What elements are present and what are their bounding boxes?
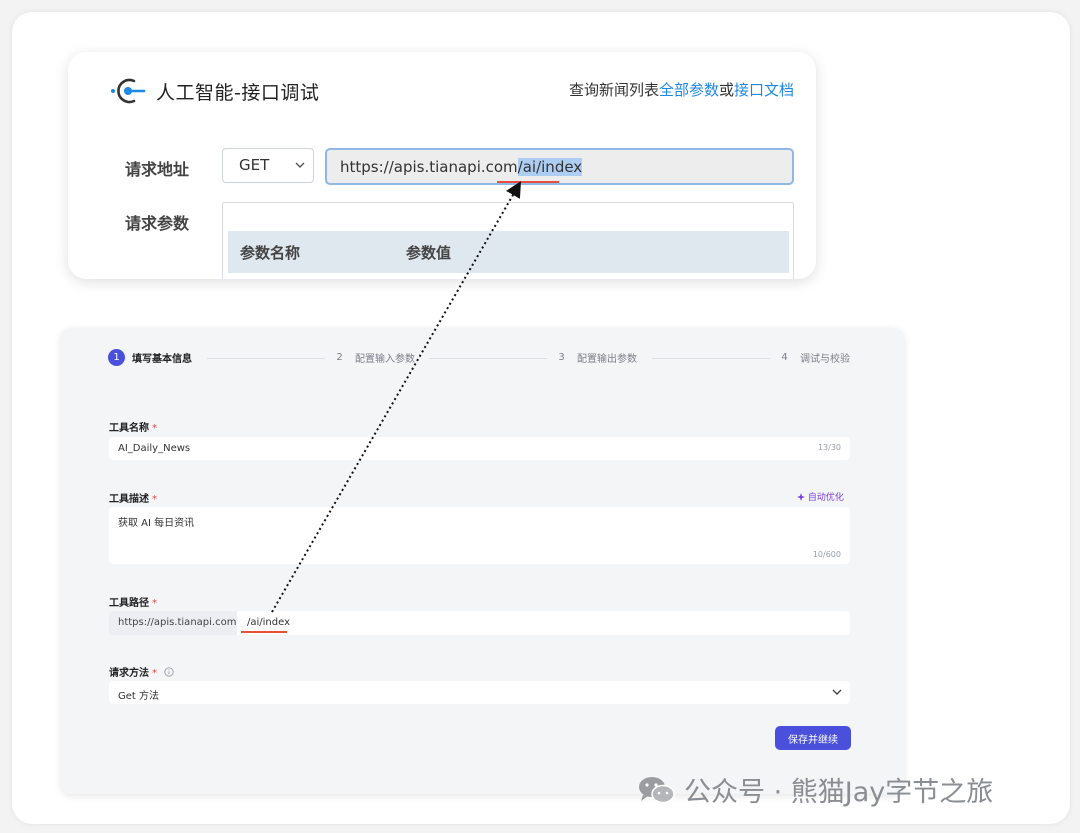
required-mark: *: [152, 423, 157, 434]
or-text: 或: [718, 81, 734, 99]
request-method-label-text: 请求方法: [109, 668, 149, 679]
step-number: 3: [558, 352, 565, 363]
tool-path-value: /ai/index: [247, 617, 291, 628]
required-mark: *: [152, 598, 157, 609]
step-connector: [652, 358, 770, 359]
tool-name-label: 工具名称 *: [109, 419, 157, 434]
tool-path-input[interactable]: /ai/index: [237, 611, 850, 635]
tool-desc-value: 获取 AI 每日资讯: [118, 518, 195, 529]
step-label: 配置输出参数: [577, 354, 637, 365]
step-number: 2: [336, 352, 343, 363]
param-name-header: 参数名称: [240, 244, 301, 262]
required-mark: *: [152, 494, 157, 505]
save-and-continue-button[interactable]: 保存并继续: [775, 726, 851, 750]
tool-name-counter: 13/30: [817, 443, 841, 452]
step-4[interactable]: 4 调试与校验: [776, 349, 850, 366]
tool-path-label: 工具路径 *: [109, 594, 157, 609]
auto-optimize-label: 自动优化: [807, 493, 844, 503]
required-mark: *: [152, 668, 157, 679]
api-debug-panel: 人工智能-接口调试 查询新闻列表全部参数或接口文档 请求地址 GET https…: [68, 52, 816, 279]
step-connector: [429, 358, 547, 359]
tool-path-label-text: 工具路径: [109, 598, 149, 609]
step-number: 4: [781, 352, 788, 363]
api-docs-link[interactable]: 接口文档: [734, 81, 794, 99]
wechat-icon: [639, 776, 675, 803]
tool-form-card: 1 填写基本信息 2 配置输入参数 3 配置输出参数 4 调试与校验 工具名称 *…: [61, 328, 904, 794]
all-params-link[interactable]: 全部参数: [659, 81, 719, 99]
tool-name-value: AI_Daily_News: [118, 443, 191, 454]
tool-desc-counter: 10/600: [812, 550, 841, 559]
watermark: 公众号 · 熊猫Jay字节之旅: [638, 770, 993, 809]
request-url-label: 请求地址: [125, 160, 190, 179]
chevron-down-icon: [832, 689, 842, 695]
watermark-text: 公众号 · 熊猫Jay字节之旅: [684, 777, 994, 808]
tool-name-input[interactable]: AI_Daily_News 13/30: [109, 437, 850, 460]
step-2[interactable]: 2 配置输入参数: [331, 349, 415, 366]
step-connector: [207, 358, 325, 359]
api-header-links: 查询新闻列表全部参数或接口文档: [569, 79, 794, 100]
request-method-select[interactable]: Get 方法: [109, 681, 850, 704]
request-method-value: Get 方法: [118, 691, 160, 702]
request-method-label: 请求方法 *: [109, 664, 175, 679]
chevron-down-icon: [295, 162, 305, 168]
tool-desc-label-text: 工具描述: [109, 494, 149, 505]
params-table-header: 参数名称 参数值: [228, 231, 789, 273]
api-name-text: 查询新闻列表: [568, 81, 659, 99]
tool-desc-label: 工具描述 *: [109, 490, 157, 505]
tool-path-prefix: https://apis.tianapi.com: [109, 611, 237, 635]
api-debug-logo-icon: [111, 78, 146, 104]
request-params-label: 请求参数: [125, 214, 190, 233]
url-path-highlight: /ai/index: [517, 158, 583, 176]
param-value-header: 参数值: [406, 244, 452, 262]
info-icon[interactable]: [164, 667, 175, 677]
tool-desc-textarea[interactable]: 获取 AI 每日资讯 10/600: [109, 507, 850, 564]
url-base-text: https://apis.tianapi.com: [340, 158, 518, 176]
step-label: 调试与校验: [800, 354, 850, 365]
step-number: 1: [108, 349, 125, 366]
method-value: GET: [239, 156, 270, 174]
step-1[interactable]: 1 填写基本信息: [108, 349, 192, 366]
request-url-input[interactable]: https://apis.tianapi.com/ai/index: [325, 148, 794, 185]
step-label: 填写基本信息: [132, 354, 192, 365]
page-title: 人工智能-接口调试: [156, 82, 320, 104]
step-3[interactable]: 3 配置输出参数: [553, 349, 637, 366]
sparkle-icon: [797, 493, 805, 501]
auto-optimize-button[interactable]: 自动优化: [797, 490, 844, 503]
tool-path-underline: [241, 631, 287, 633]
method-select[interactable]: GET: [222, 148, 314, 183]
tool-name-label-text: 工具名称: [109, 423, 149, 434]
step-label: 配置输入参数: [355, 354, 415, 365]
url-path-underline: [497, 181, 559, 183]
params-table: 参数名称 参数值: [222, 202, 794, 279]
